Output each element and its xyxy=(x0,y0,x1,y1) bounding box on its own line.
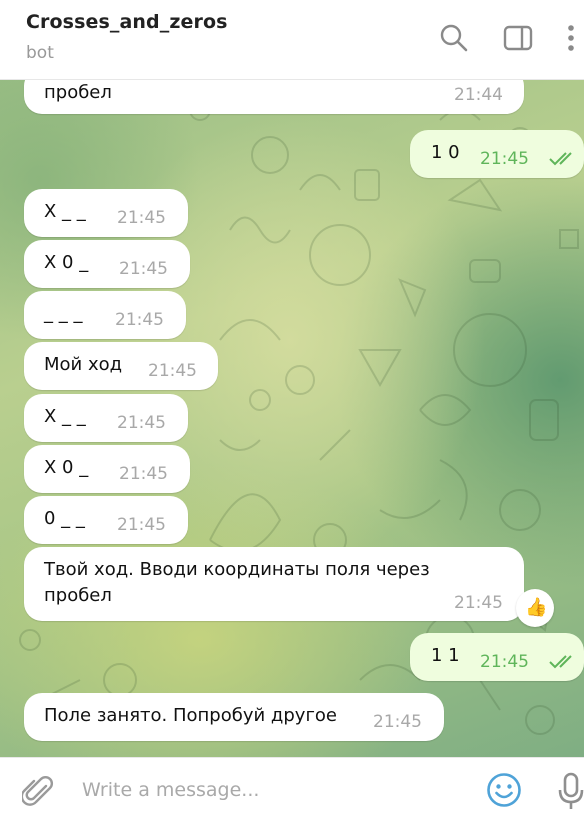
outgoing-message[interactable]: 1 0 21:45 xyxy=(410,130,584,178)
double-check-icon xyxy=(549,152,572,166)
message-time: 21:45 xyxy=(373,712,422,732)
thumbs-up-reaction[interactable]: 👍 xyxy=(516,589,554,627)
message-time: 21:45 xyxy=(119,464,168,484)
double-check-icon xyxy=(549,655,572,669)
message-list[interactable]: пробел 21:44 1 0 21:45 X _ _ 21:45 X 0 _… xyxy=(0,80,584,757)
message-composer xyxy=(0,757,584,820)
incoming-message[interactable]: Твой ход. Вводи координаты поля через пр… xyxy=(24,547,524,621)
message-text: X _ _ xyxy=(44,406,86,427)
message-text: пробел xyxy=(44,82,112,103)
incoming-message[interactable]: X 0 _ 21:45 xyxy=(24,240,190,288)
message-text: Поле занято. Попробуй другое xyxy=(44,705,337,726)
incoming-message[interactable]: _ _ _ 21:45 xyxy=(24,291,186,339)
outgoing-message[interactable]: 1 1 21:45 xyxy=(410,633,584,681)
message-text: X 0 _ xyxy=(44,252,89,273)
incoming-message[interactable]: Поле занято. Попробуй другое 21:45 xyxy=(24,693,444,741)
message-time: 21:44 xyxy=(454,85,503,105)
message-text: Мой ход xyxy=(44,354,123,375)
microphone-icon[interactable] xyxy=(558,772,584,810)
search-icon[interactable] xyxy=(439,22,469,54)
chat-status: bot xyxy=(26,43,54,63)
message-text: X 0 _ xyxy=(44,457,89,478)
sidebar-toggle-icon[interactable] xyxy=(503,22,533,54)
message-time: 21:45 xyxy=(117,515,166,535)
incoming-message[interactable]: X _ _ 21:45 xyxy=(24,189,188,237)
message-time: 21:45 xyxy=(480,652,529,672)
message-time: 21:45 xyxy=(117,208,166,228)
message-text: X _ _ xyxy=(44,201,86,222)
incoming-message[interactable]: 0 _ _ 21:45 xyxy=(24,496,188,544)
message-text: 1 0 xyxy=(431,142,460,163)
incoming-message[interactable]: Мой ход 21:45 xyxy=(24,342,218,390)
incoming-message[interactable]: X _ _ 21:45 xyxy=(24,394,188,442)
message-time: 21:45 xyxy=(148,361,197,381)
message-time: 21:45 xyxy=(480,149,529,169)
paperclip-icon[interactable] xyxy=(22,774,54,808)
message-text-line1: Твой ход. Вводи координаты поля через xyxy=(44,559,430,580)
message-time: 21:45 xyxy=(119,259,168,279)
message-text-line2: пробел xyxy=(44,585,112,606)
message-input[interactable] xyxy=(82,776,462,804)
chat-header: Crosses_and_zeros bot xyxy=(0,0,584,80)
message-time: 21:45 xyxy=(115,310,164,330)
more-vertical-icon[interactable] xyxy=(562,22,580,54)
thumbs-up-icon: 👍 xyxy=(525,597,548,618)
message-text: _ _ _ xyxy=(44,303,83,324)
message-text: 0 _ _ xyxy=(44,508,85,529)
message-text: 1 1 xyxy=(431,645,460,666)
incoming-message[interactable]: X 0 _ 21:45 xyxy=(24,445,190,493)
chat-title[interactable]: Crosses_and_zeros xyxy=(26,11,228,33)
emoji-icon[interactable] xyxy=(486,772,522,808)
incoming-message[interactable]: пробел 21:44 xyxy=(24,80,524,114)
message-time: 21:45 xyxy=(454,593,503,613)
message-time: 21:45 xyxy=(117,413,166,433)
